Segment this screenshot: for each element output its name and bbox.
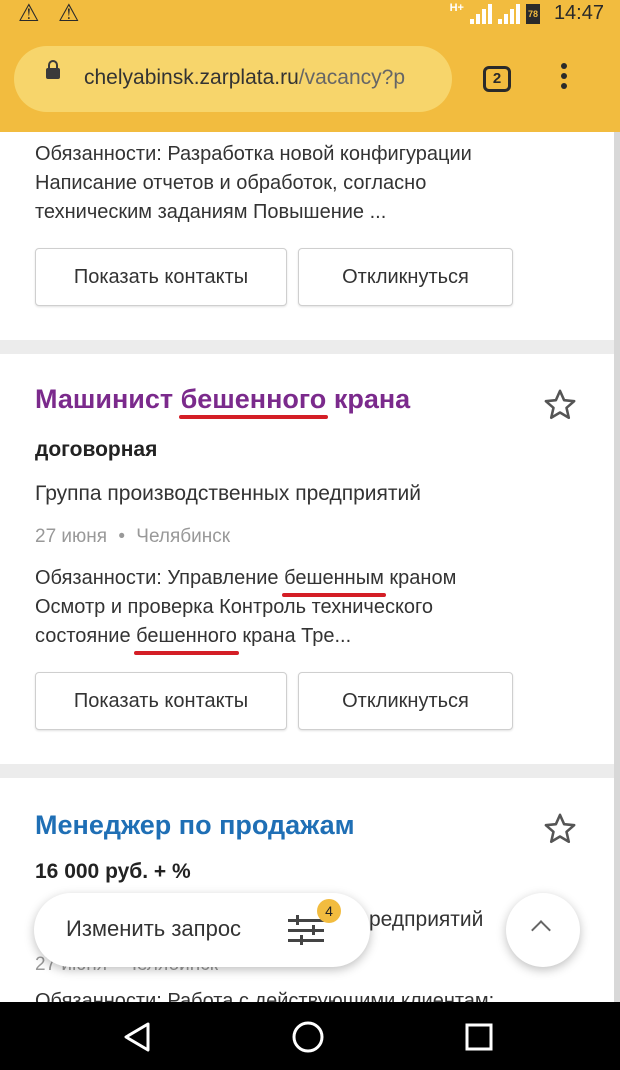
change-query-label: Изменить запрос	[66, 916, 242, 941]
respond-button[interactable]: Откликнуться	[298, 248, 513, 306]
highlight-word: бешенного	[134, 622, 239, 655]
recents-icon[interactable]	[463, 1021, 495, 1053]
vacancy-card: Обязанности: Разработка новой конфигурац…	[0, 132, 614, 340]
vacancy-description: Обязанности: Разработка новой конфигурац…	[35, 143, 472, 223]
show-contacts-button[interactable]: Показать контакты	[35, 672, 287, 730]
chevron-up-icon	[531, 920, 551, 940]
signal-icon	[469, 3, 492, 24]
browser-header: ⚠ ⚠ H+ 78 14:47 chelyabinsk.zarplata.ru/…	[0, 0, 620, 132]
overflow-menu-icon[interactable]	[560, 63, 568, 97]
url-bar[interactable]: chelyabinsk.zarplata.ru/vacancy?p	[14, 46, 452, 112]
respond-button[interactable]: Откликнуться	[298, 672, 513, 730]
url-domain: chelyabinsk.zarplata.ru	[84, 66, 299, 89]
change-query-button[interactable]: Изменить запрос 4	[34, 893, 370, 967]
warning-icon: ⚠	[58, 0, 80, 27]
vacancy-meta: 27 июня • Челябинск	[35, 526, 231, 547]
vacancy-card[interactable]: Машинист бешенного крана договорная Груп…	[0, 354, 614, 764]
clock: 14:47	[553, 2, 604, 24]
status-bar: ⚠ ⚠ H+ 78 14:47	[0, 0, 620, 32]
company-name: Группа производственных предприятий	[35, 482, 421, 505]
back-icon[interactable]	[120, 1020, 154, 1054]
tab-switcher-button[interactable]: 2	[483, 66, 511, 92]
card-divider	[0, 340, 614, 354]
company-name: редприятий	[369, 908, 484, 931]
star-icon[interactable]	[543, 812, 577, 846]
vacancy-card[interactable]: Менеджер по продажам 16 000 руб. + % ред…	[0, 778, 614, 1002]
battery-icon: 78	[525, 3, 540, 24]
warning-icon: ⚠	[18, 0, 40, 27]
vacancy-title[interactable]: Менеджер по продажам	[35, 810, 355, 841]
network-type: H+	[449, 1, 464, 14]
scroll-edge	[614, 132, 620, 1002]
vacancy-description: Обязанности: Работа с действующими клиен…	[35, 990, 495, 1002]
filter-count-badge: 4	[317, 899, 341, 923]
url-path: /vacancy?p	[298, 66, 406, 89]
vacancy-city: Челябинск	[136, 526, 231, 547]
scroll-up-button[interactable]	[506, 893, 580, 967]
vacancy-title[interactable]: Машинист бешенного крана	[35, 384, 410, 419]
home-icon[interactable]	[290, 1019, 326, 1055]
highlight-word: бешенным	[282, 564, 386, 597]
highlight-word: бешенного	[178, 384, 329, 419]
vacancy-description: Обязанности: Управление бешенным краном …	[35, 564, 535, 655]
vacancy-salary: договорная	[35, 438, 158, 461]
show-contacts-button[interactable]: Показать контакты	[35, 248, 287, 306]
signal-icon	[497, 3, 520, 24]
vacancy-salary: 16 000 руб. + %	[35, 860, 191, 883]
filter-sliders-icon	[288, 915, 326, 945]
lock-icon	[46, 60, 60, 79]
vacancy-date: 27 июня	[35, 526, 108, 547]
star-icon[interactable]	[543, 388, 577, 422]
url-text[interactable]: chelyabinsk.zarplata.ru/vacancy?p	[84, 66, 446, 90]
system-nav-bar	[0, 1002, 620, 1070]
card-divider	[0, 764, 614, 778]
